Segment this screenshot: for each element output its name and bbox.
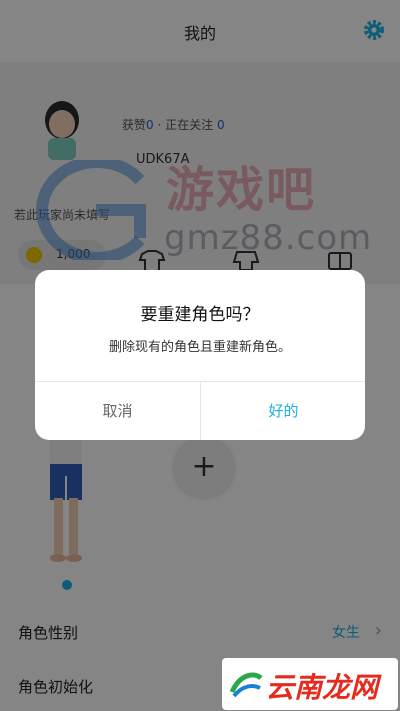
dialog-message: 删除现有的角色且重建新角色。 <box>108 340 291 355</box>
swoosh-logo-icon <box>229 672 263 698</box>
watermark-bottom-logo: 云南龙网 <box>222 658 398 710</box>
profile-screen: 我的 获赞0 · 正在关注 0 UDK67A 若此玩家尚未填写 1,000 + … <box>0 0 400 711</box>
cancel-button[interactable]: 取消 <box>35 382 200 440</box>
ok-button[interactable]: 好的 <box>201 382 365 440</box>
dialog-title: 要重建角色吗？ <box>140 305 260 325</box>
rebuild-character-dialog: 要重建角色吗？ 删除现有的角色且重建新角色。 取消 好的 <box>35 270 365 440</box>
watermark-bottom-text: 云南龙网 <box>266 671 379 704</box>
